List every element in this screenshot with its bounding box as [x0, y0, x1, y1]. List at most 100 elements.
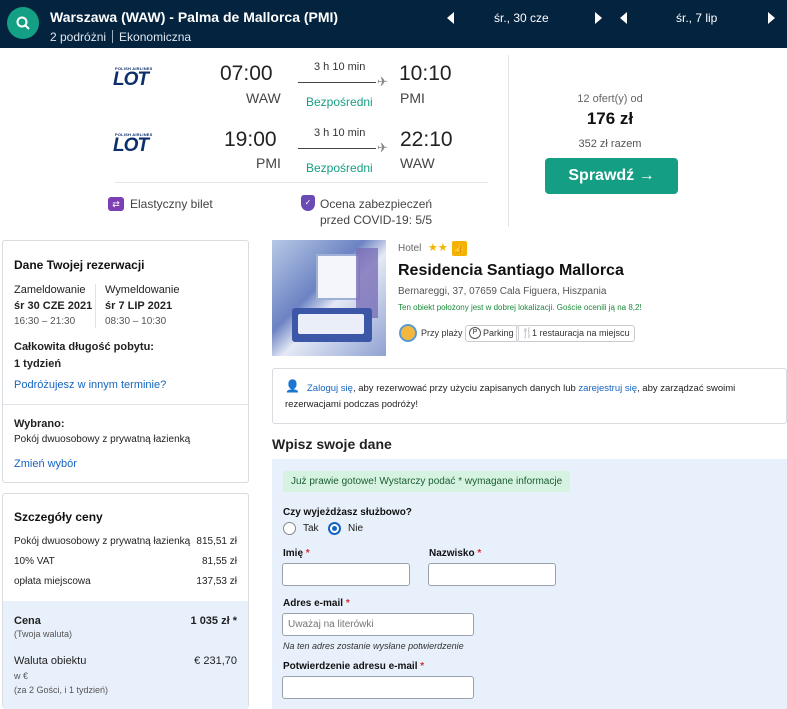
flexible-ticket-label: Elastyczny bilet	[130, 197, 213, 211]
ready-note: Już prawie gotowe! Wystarczy podać * wym…	[283, 471, 571, 492]
checkout-label: Wymeldowanie	[105, 284, 180, 296]
cabin-class: Ekonomiczna	[119, 30, 192, 44]
airline-logo: POLISH AIRLINES LOT	[113, 66, 153, 90]
login-link[interactable]: Zaloguj się	[307, 383, 353, 394]
checkout-time: 08:30 – 10:30	[105, 316, 167, 327]
check-offer-button[interactable]: Sprawdź →	[545, 158, 678, 194]
business-no-label[interactable]: Nie	[348, 523, 363, 534]
stay-length-label: Całkowita długość pobytu:	[14, 341, 154, 353]
hotel-photo[interactable]	[272, 240, 386, 356]
checkin-time: 16:30 – 21:30	[14, 316, 76, 327]
arrival-time: 10:10	[399, 62, 452, 85]
change-selection-link[interactable]: Zmień wybór	[14, 458, 77, 470]
shield-icon: ✓	[301, 195, 315, 211]
price-row-value: 815,51 zł	[196, 536, 237, 547]
flight-line	[298, 148, 376, 149]
star-rating-icon: ★★	[428, 242, 448, 254]
email-label: Adres e-mail *	[283, 598, 350, 609]
depart-date[interactable]: śr., 30 cze	[494, 11, 549, 25]
location-rating-note: Ten obiekt położony jest w dobrej lokali…	[398, 303, 642, 312]
restaurant-icon: 🍴	[521, 328, 534, 339]
search-summary-bar[interactable]: Warszawa (WAW) - Palma de Mallorca (PMI)…	[0, 0, 787, 48]
return-date[interactable]: śr., 7 lip	[676, 11, 717, 25]
business-yes-label[interactable]: Tak	[303, 523, 319, 534]
flexible-ticket-icon: ⇄	[108, 197, 124, 211]
arrival-time: 22:10	[400, 128, 453, 151]
prev-return-date-icon[interactable]	[620, 12, 627, 24]
price-per-person: 176 zł	[586, 109, 634, 128]
parking-icon: P	[469, 327, 481, 339]
thumbs-up-icon: 👍	[452, 241, 467, 256]
business-no-radio[interactable]	[328, 522, 341, 535]
flight-duration: 3 h 10 min	[314, 127, 366, 139]
feature-restaurant: 🍴 1 restauracja na miejscu	[516, 325, 635, 342]
login-text-line1: Zaloguj się, aby rezerwować przy użyciu …	[307, 383, 736, 394]
travellers-count: 2 podróżni	[50, 30, 107, 44]
login-text-line2: rezerwacjami podczas podróży!	[285, 399, 419, 410]
departure-time: 07:00	[220, 62, 273, 85]
price-total: 352 zł razem	[578, 138, 642, 150]
price-row-label: 10% VAT	[14, 556, 55, 567]
price-row-label: Pokój dwuosobowy z prywatną łazienką	[14, 536, 191, 547]
total-label: Cena	[14, 615, 41, 627]
reservation-details-panel: Dane Twojej rezerwacji Zameldowanie śr 3…	[2, 240, 249, 483]
hotel-name[interactable]: Residencia Santiago Mallorca	[398, 262, 624, 280]
plane-icon: ✈	[377, 140, 388, 155]
airline-logo: POLISH AIRLINES LOT	[113, 132, 153, 156]
arrival-airport: PMI	[400, 90, 425, 106]
checkin-date: śr 30 CZE 2021	[14, 300, 93, 312]
last-name-input[interactable]	[428, 563, 556, 586]
divider	[115, 182, 488, 183]
checkin-label: Zameldowanie	[14, 284, 86, 296]
prev-depart-date-icon[interactable]	[447, 12, 454, 24]
email-confirm-label: Potwierdzenie adresu e-mail *	[283, 661, 425, 672]
currency-label: Waluta obiektu	[14, 655, 87, 667]
panel-title: Szczegóły ceny	[14, 510, 103, 524]
register-link[interactable]: zarejestruj się	[578, 383, 637, 394]
search-icon	[16, 16, 30, 30]
divider	[3, 404, 248, 405]
trip-subtitle[interactable]: 2 podróżni Ekonomiczna	[50, 30, 191, 44]
other-dates-link[interactable]: Podróżujesz w innym terminie?	[14, 379, 166, 391]
selected-room: Pokój dwuosobowy z prywatną łazienką	[14, 434, 191, 445]
arrival-airport: WAW	[400, 155, 435, 171]
selected-label: Wybrano:	[14, 418, 65, 430]
feature-parking: P Parking	[465, 325, 519, 342]
price-summary: Cena (Twoja waluta) 1 035 zł * Waluta ob…	[3, 601, 248, 709]
first-name-input[interactable]	[282, 563, 410, 586]
form-heading: Wpisz swoje dane	[272, 436, 392, 452]
next-depart-date-icon[interactable]	[595, 12, 602, 24]
total-value: 1 035 zł *	[190, 615, 237, 627]
panel-title: Dane Twojej rezerwacji	[14, 258, 145, 272]
price-row-value: 81,55 zł	[201, 556, 237, 567]
first-name-label: Imię *	[283, 548, 310, 559]
stops-label: Bezpośredni	[306, 95, 373, 109]
login-prompt: 👤 Zaloguj się, aby rezerwować przy użyci…	[272, 368, 787, 424]
flight-line	[298, 82, 376, 83]
departure-airport: WAW	[246, 90, 281, 106]
flight-duration: 3 h 10 min	[314, 61, 366, 73]
currency-sub: (za 2 Gości, i 1 tydzień)	[14, 685, 109, 695]
covid-rating-line1: Ocena zabezpieczeń	[320, 197, 433, 211]
email-confirm-input[interactable]	[282, 676, 474, 699]
route-title[interactable]: Warszawa (WAW) - Palma de Mallorca (PMI)	[50, 9, 338, 25]
last-name-label: Nazwisko *	[429, 548, 482, 559]
departure-time: 19:00	[224, 128, 277, 151]
departure-airport: PMI	[256, 155, 281, 171]
email-input[interactable]: Uważaj na literówki	[282, 613, 474, 636]
business-yes-radio[interactable]	[283, 522, 296, 535]
divider	[95, 284, 96, 328]
beach-icon	[399, 324, 417, 342]
stay-length-value: 1 tydzień	[14, 358, 62, 370]
covid-rating-line2: przed COVID-19: 5/5	[320, 213, 433, 227]
price-row-label: opłata miejscowa	[14, 576, 91, 587]
divider	[112, 30, 114, 43]
price-row-value: 137,53 zł	[196, 576, 237, 587]
price-details-panel: Szczegóły ceny Pokój dwuosobowy z prywat…	[2, 493, 249, 709]
user-icon: 👤	[285, 379, 300, 393]
hotel-type-label: Hotel	[398, 243, 422, 254]
feature-beach: Przy plaży	[421, 328, 463, 338]
plane-icon: ✈	[377, 74, 388, 89]
search-button[interactable]	[7, 7, 39, 39]
next-return-date-icon[interactable]	[768, 12, 775, 24]
